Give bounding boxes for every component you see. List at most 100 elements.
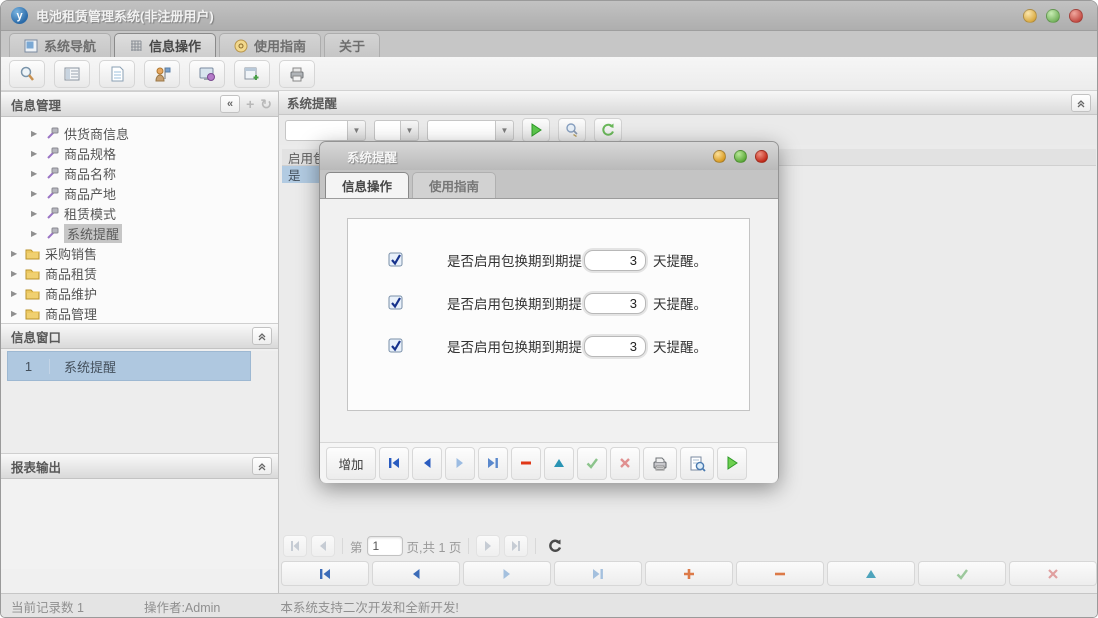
add-icon[interactable]: + bbox=[246, 96, 254, 112]
folder-icon bbox=[25, 269, 40, 280]
tab-label: 系统导航 bbox=[44, 39, 97, 54]
dialog-minimize-button[interactable] bbox=[713, 149, 726, 163]
record-remove-button[interactable] bbox=[736, 561, 824, 586]
expander-icon[interactable]: ▶ bbox=[31, 209, 40, 218]
reminder-suffix: 天提醒。 bbox=[653, 340, 707, 355]
tree-item-origin[interactable]: ▶ 商品产地 bbox=[1, 183, 278, 203]
list-item[interactable]: 1 系统提醒 bbox=[7, 351, 251, 381]
collapse-up-icon[interactable] bbox=[252, 327, 272, 345]
expander-icon[interactable]: ▶ bbox=[11, 309, 20, 318]
search-toolbar-button[interactable] bbox=[9, 59, 45, 88]
dialog-print-button[interactable] bbox=[643, 446, 677, 480]
dialog-cancel-button[interactable] bbox=[610, 446, 640, 480]
tree-item-purchase-sale[interactable]: ▶ 采购销售 bbox=[1, 243, 278, 263]
checkbox-checked-icon[interactable] bbox=[388, 252, 404, 268]
collapse-up-icon[interactable] bbox=[252, 457, 272, 475]
minimize-button[interactable] bbox=[1023, 8, 1037, 23]
list-toolbar-button[interactable] bbox=[54, 59, 90, 88]
record-toolbar bbox=[281, 561, 1097, 587]
dialog-close-button[interactable] bbox=[755, 149, 768, 163]
dialog-first-button[interactable] bbox=[379, 446, 409, 480]
tree-item-system-reminder[interactable]: ▶ 系统提醒 bbox=[1, 223, 278, 243]
tab-user-guide[interactable]: 使用指南 bbox=[219, 33, 322, 57]
dialog-tab-user-guide[interactable]: 使用指南 bbox=[412, 172, 497, 198]
record-prev-button[interactable] bbox=[372, 561, 460, 586]
chevron-down-icon: ▼ bbox=[347, 119, 366, 141]
new-window-toolbar-button[interactable] bbox=[234, 59, 270, 88]
page-refresh-button[interactable] bbox=[543, 535, 567, 557]
monitor-toolbar-button[interactable] bbox=[189, 59, 225, 88]
user-toolbar-button[interactable] bbox=[144, 59, 180, 88]
reminder-days-input[interactable] bbox=[584, 249, 646, 271]
checkbox-checked-icon[interactable] bbox=[388, 338, 404, 354]
maximize-button[interactable] bbox=[1046, 8, 1060, 23]
reminder-days-input[interactable] bbox=[584, 335, 646, 357]
tree-item-name[interactable]: ▶ 商品名称 bbox=[1, 163, 278, 183]
tab-system-nav[interactable]: 系统导航 bbox=[9, 33, 112, 57]
tree-item-rental-mode[interactable]: ▶ 租赁模式 bbox=[1, 203, 278, 223]
page-number-input[interactable] bbox=[366, 536, 403, 556]
tree-item-label: 采购销售 bbox=[45, 246, 98, 262]
expander-icon[interactable]: ▶ bbox=[11, 249, 20, 258]
tree-item-label-selected: 系统提醒 bbox=[64, 223, 123, 243]
filter-combo-field[interactable]: ▼ bbox=[285, 119, 366, 141]
expander-icon[interactable]: ▶ bbox=[31, 169, 40, 178]
expander-icon[interactable]: ▶ bbox=[11, 289, 20, 298]
record-add-button[interactable] bbox=[645, 561, 733, 586]
record-next-button[interactable] bbox=[463, 561, 551, 586]
page-prev-button[interactable] bbox=[311, 535, 335, 557]
tree-item-spec[interactable]: ▶ 商品规格 bbox=[1, 143, 278, 163]
record-first-button[interactable] bbox=[281, 561, 369, 586]
expander-icon[interactable]: ▶ bbox=[31, 129, 40, 138]
page-label: 第 bbox=[350, 540, 363, 555]
filter-search-edit-button[interactable] bbox=[558, 118, 586, 142]
dialog-run-button[interactable] bbox=[717, 446, 747, 480]
dialog-remove-button[interactable] bbox=[511, 446, 541, 480]
record-last-button[interactable] bbox=[554, 561, 642, 586]
panel-title: 信息窗口 bbox=[11, 330, 62, 345]
tree-item-label: 商品租赁 bbox=[45, 266, 98, 282]
refresh-icon[interactable]: ↻ bbox=[260, 96, 272, 113]
dialog-next-button[interactable] bbox=[445, 446, 475, 480]
filter-run-button[interactable] bbox=[522, 118, 550, 142]
tree-item-supplier[interactable]: ▶ 供货商信息 bbox=[1, 123, 278, 143]
info-management-panel-header: 信息管理 « + ↻ bbox=[1, 91, 278, 117]
filter-combo-operator[interactable]: ▼ bbox=[374, 119, 419, 141]
dialog-preview-button[interactable] bbox=[680, 446, 714, 480]
reminder-row: 是否启用包换期到期提前 天提醒。 bbox=[348, 333, 749, 359]
page-next-button[interactable] bbox=[476, 535, 501, 557]
dialog-prev-button[interactable] bbox=[412, 446, 442, 480]
collapse-up-icon[interactable] bbox=[1071, 93, 1091, 112]
filter-refresh-button[interactable] bbox=[594, 118, 622, 142]
dialog-last-button[interactable] bbox=[478, 446, 508, 480]
record-confirm-button[interactable] bbox=[918, 561, 1006, 586]
tree-item-goods-management[interactable]: ▶ 商品管理 bbox=[1, 303, 278, 323]
reminder-group-box: 是否启用包换期到期提前 天提醒。 是否启用包换期到期提前 天提醒。 是否启用包换… bbox=[347, 218, 750, 411]
dialog-confirm-button[interactable] bbox=[577, 446, 607, 480]
expander-icon[interactable]: ▶ bbox=[31, 149, 40, 158]
dialog-edit-button[interactable] bbox=[544, 446, 574, 480]
reminder-days-input[interactable] bbox=[584, 292, 646, 314]
checkbox-checked-icon[interactable] bbox=[388, 295, 404, 311]
page-first-button[interactable] bbox=[283, 535, 307, 557]
tree-item-goods-rental[interactable]: ▶ 商品租赁 bbox=[1, 263, 278, 283]
pagination-bar: 第 页,共 1 页 bbox=[283, 533, 567, 559]
record-cancel-button[interactable] bbox=[1009, 561, 1097, 586]
tab-about[interactable]: 关于 bbox=[324, 33, 381, 57]
report-output-panel-header: 报表输出 bbox=[1, 453, 278, 479]
tab-info-operation[interactable]: 信息操作 bbox=[114, 33, 217, 57]
dialog-maximize-button[interactable] bbox=[734, 149, 747, 163]
printer-toolbar-button[interactable] bbox=[279, 59, 315, 88]
tree-item-goods-maintenance[interactable]: ▶ 商品维护 bbox=[1, 283, 278, 303]
close-button[interactable] bbox=[1069, 8, 1083, 23]
document-toolbar-button[interactable] bbox=[99, 59, 135, 88]
expander-icon[interactable]: ▶ bbox=[11, 269, 20, 278]
expander-icon[interactable]: ▶ bbox=[31, 229, 40, 238]
record-edit-button[interactable] bbox=[827, 561, 915, 586]
add-button[interactable]: 增加 bbox=[326, 446, 376, 480]
dialog-tab-info-operation[interactable]: 信息操作 bbox=[325, 172, 410, 198]
filter-combo-value[interactable]: ▼ bbox=[427, 119, 514, 141]
collapse-left-button[interactable]: « bbox=[220, 95, 241, 113]
expander-icon[interactable]: ▶ bbox=[31, 189, 40, 198]
page-last-button[interactable] bbox=[504, 535, 529, 557]
